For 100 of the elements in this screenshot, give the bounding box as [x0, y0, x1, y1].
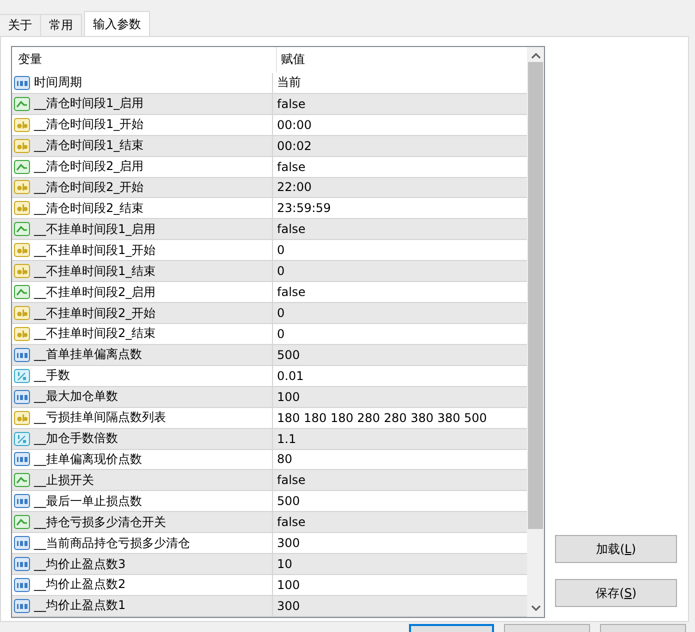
- text-type-icon: [14, 410, 30, 426]
- table-cell[interactable]: 100: [273, 575, 527, 595]
- table-cell[interactable]: __不挂单时间段2_启用: [12, 282, 273, 302]
- table-cell[interactable]: __不挂单时间段1_结束: [12, 261, 273, 282]
- table-cell[interactable]: 500: [273, 491, 527, 512]
- number-type-icon: [14, 74, 30, 91]
- table-cell[interactable]: __亏损挂单间隔点数列表: [12, 408, 273, 428]
- table-cell[interactable]: __清仓时间段1_开始: [12, 114, 273, 135]
- boolean-type-icon: [14, 514, 30, 530]
- table-cell[interactable]: 当前: [273, 72, 527, 93]
- boolean-type-icon: [14, 158, 30, 175]
- table-cell[interactable]: false: [273, 470, 527, 490]
- text-type-icon: [14, 263, 30, 280]
- parameter-name: __均价止盈点数1: [34, 597, 126, 614]
- parameter-name: __清仓时间段1_结束: [34, 137, 144, 154]
- table-cell[interactable]: 80: [273, 450, 527, 470]
- number-type-icon: [14, 451, 30, 468]
- column-header[interactable]: 赋值: [277, 47, 527, 72]
- parameter-name: __持仓亏损多少清仓开关: [34, 514, 166, 531]
- table-cell[interactable]: 0: [273, 324, 527, 344]
- table-cell[interactable]: __不挂单时间段1_开始: [12, 240, 273, 260]
- table-cell[interactable]: 0.01: [273, 366, 527, 386]
- tab[interactable]: 输入参数: [84, 11, 150, 36]
- table-cell[interactable]: 0: [273, 261, 527, 282]
- parameter-name: __不挂单时间段2_开始: [34, 304, 156, 322]
- table-cell[interactable]: false: [273, 94, 527, 114]
- scroll-down-icon[interactable]: [530, 604, 540, 612]
- text-type-icon: [14, 138, 30, 154]
- table-cell[interactable]: 0: [273, 303, 527, 323]
- table-cell[interactable]: 300: [273, 596, 527, 616]
- table-cell[interactable]: __当前商品持仓亏损多少清仓: [12, 533, 273, 554]
- table-cell[interactable]: __均价止盈点数2: [12, 575, 273, 595]
- table-cell[interactable]: __不挂单时间段2_结束: [12, 324, 273, 344]
- table-cell[interactable]: __均价止盈点数1: [12, 596, 273, 616]
- table-cell[interactable]: 00:00: [273, 114, 527, 135]
- table-cell[interactable]: __不挂单时间段1_启用: [12, 219, 273, 240]
- parameter-name: __清仓时间段1_启用: [34, 95, 144, 112]
- table-cell[interactable]: __最后一单止损点数: [12, 491, 273, 512]
- parameter-name: __清仓时间段2_结束: [34, 200, 144, 217]
- table-cell[interactable]: __最大加仓单数: [12, 386, 273, 407]
- table-cell[interactable]: 180 180 180 280 280 380 380 500: [273, 408, 527, 428]
- table-cell[interactable]: 0: [273, 240, 527, 260]
- table-cell[interactable]: 300: [273, 533, 527, 554]
- table-cell[interactable]: __清仓时间段2_启用: [12, 156, 273, 177]
- number-type-icon: [14, 388, 30, 405]
- parameter-name: __不挂单时间段1_启用: [34, 220, 156, 238]
- number-type-icon: [14, 598, 30, 614]
- boolean-type-icon: [14, 96, 30, 112]
- parameter-name: __清仓时间段2_开始: [34, 178, 144, 196]
- parameter-name: 时间周期: [34, 74, 82, 92]
- parameter-name: __均价止盈点数3: [34, 556, 126, 573]
- table-cell[interactable]: 23:59:59: [273, 198, 527, 218]
- text-type-icon: [14, 179, 30, 196]
- table-cell[interactable]: __均价止盈点数3: [12, 554, 273, 574]
- table-cell[interactable]: false: [273, 512, 527, 532]
- table-cell[interactable]: __清仓时间段2_结束: [12, 198, 273, 218]
- parameter-name: __不挂单时间段2_启用: [34, 284, 156, 301]
- parameter-name: __当前商品持仓亏损多少清仓: [34, 534, 190, 552]
- scrollbar[interactable]: [527, 47, 544, 617]
- table-cell[interactable]: __持仓亏损多少清仓开关: [12, 512, 273, 532]
- table-cell[interactable]: 100: [273, 386, 527, 407]
- column-header[interactable]: 变量: [12, 47, 277, 72]
- table-cell[interactable]: false: [273, 282, 527, 302]
- boolean-type-icon: [14, 284, 30, 300]
- table-cell[interactable]: __清仓时间段2_开始: [12, 178, 273, 198]
- text-type-icon: [14, 326, 30, 342]
- parameter-name: __加仓手数倍数: [34, 430, 118, 448]
- boolean-type-icon: [14, 472, 30, 488]
- table-cell[interactable]: 00:02: [273, 136, 527, 156]
- table-cell[interactable]: 22:00: [273, 178, 527, 198]
- table-cell[interactable]: 时间周期: [12, 72, 273, 93]
- text-type-icon: [14, 305, 30, 321]
- save-button[interactable]: 保存(S): [555, 579, 677, 607]
- table-cell[interactable]: __加仓手数倍数: [12, 428, 273, 448]
- tab[interactable]: 常用: [40, 14, 82, 36]
- number-type-icon: [14, 535, 30, 552]
- table-cell[interactable]: false: [273, 156, 527, 177]
- table-cell[interactable]: __挂单偏离现价点数: [12, 450, 273, 470]
- table-cell[interactable]: __手数: [12, 366, 273, 386]
- table-cell[interactable]: __清仓时间段1_结束: [12, 136, 273, 156]
- parameter-name: __不挂单时间段2_结束: [34, 325, 156, 342]
- number-type-icon: [14, 493, 30, 510]
- text-type-icon: [14, 200, 30, 216]
- parameter-name: __手数: [34, 367, 70, 384]
- number-type-icon: [14, 346, 30, 363]
- table-cell[interactable]: __清仓时间段1_启用: [12, 94, 273, 114]
- text-type-icon: [14, 116, 30, 133]
- table-cell[interactable]: 10: [273, 554, 527, 574]
- table-cell[interactable]: __首单挂单偏离点数: [12, 344, 273, 365]
- scroll-thumb[interactable]: [528, 62, 543, 529]
- load-button[interactable]: 加载(L): [555, 535, 677, 563]
- table-cell[interactable]: 500: [273, 344, 527, 365]
- scroll-up-icon[interactable]: [530, 52, 540, 60]
- table-cell[interactable]: 1.1: [273, 428, 527, 448]
- parameter-name: __不挂单时间段1_开始: [34, 242, 156, 259]
- decimal-type-icon: [14, 368, 30, 384]
- boolean-type-icon: [14, 221, 30, 238]
- table-cell[interactable]: __不挂单时间段2_开始: [12, 303, 273, 323]
- table-cell[interactable]: false: [273, 219, 527, 240]
- table-cell[interactable]: __止损开关: [12, 470, 273, 490]
